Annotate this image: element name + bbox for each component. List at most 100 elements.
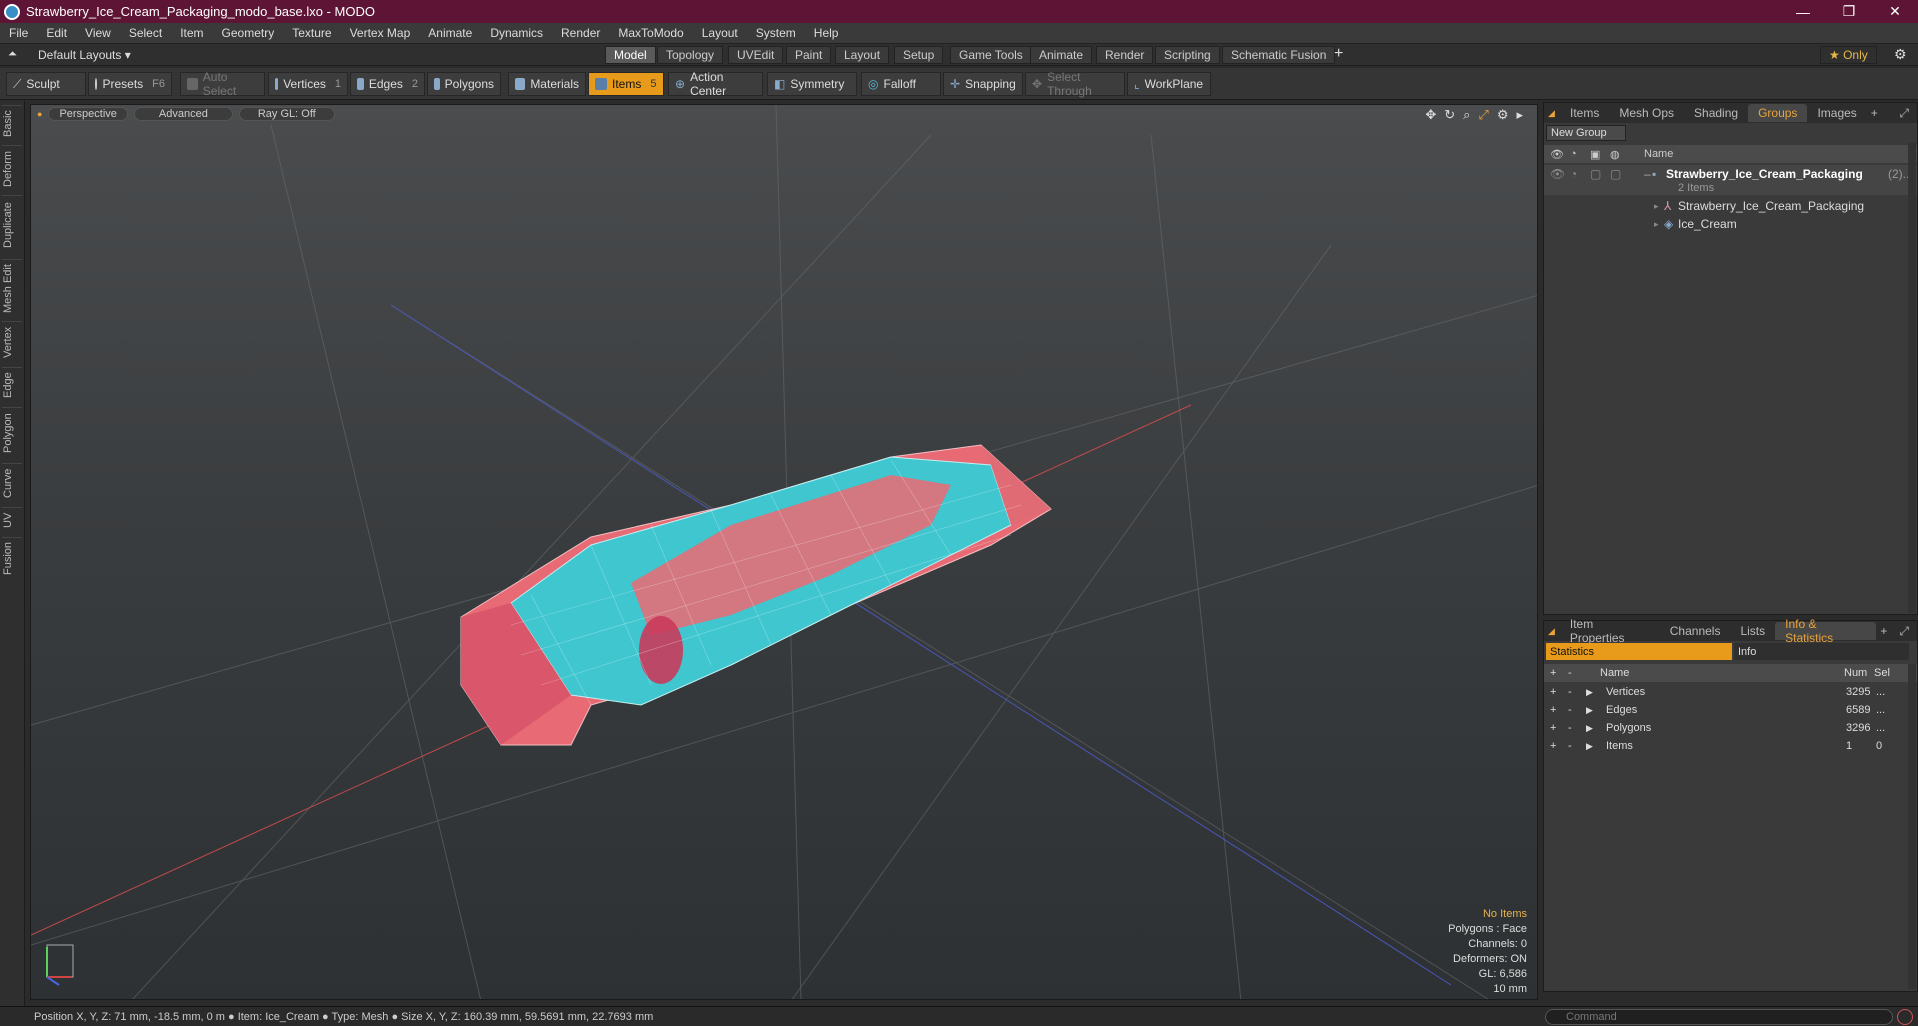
tab-items[interactable]: Items <box>1560 104 1609 122</box>
menu-layout[interactable]: Layout <box>693 26 747 40</box>
menu-file[interactable]: File <box>0 26 37 40</box>
tree-item-ice-cream[interactable]: ▸ ◈ Ice_Cream <box>1544 215 1917 233</box>
stats-row-vertices[interactable]: + - ▶ Vertices 3295 ... <box>1544 683 1917 701</box>
stats-scrollbar[interactable] <box>1908 664 1916 989</box>
close-button[interactable]: ✕ <box>1872 0 1918 23</box>
tab-curve[interactable]: Curve <box>2 463 22 503</box>
tab-schematic-fusion[interactable]: Schematic Fusion <box>1222 46 1336 64</box>
zoom-icon[interactable]: ⌕ <box>1463 107 1470 123</box>
panel-expand-icon[interactable]: ⤢ <box>1891 104 1917 122</box>
select-through-button[interactable]: ✥ Select Through <box>1025 70 1125 98</box>
stats-row-edges[interactable]: + - ▶ Edges 6589 ... <box>1544 701 1917 719</box>
add-button[interactable]: + <box>1550 683 1556 701</box>
expand-icon[interactable]: ▶ <box>1586 737 1593 755</box>
remove-button[interactable]: - <box>1568 737 1572 755</box>
collapse-icon[interactable]: – <box>1644 165 1651 183</box>
render-icon[interactable]: ◔ <box>1570 165 1577 183</box>
add-button[interactable]: + <box>1550 719 1556 737</box>
menu-maxtomodo[interactable]: MaxToModo <box>609 26 692 40</box>
workplane-button[interactable]: ⌞ WorkPlane <box>1127 72 1211 96</box>
add-button[interactable]: + <box>1550 737 1556 755</box>
menu-view[interactable]: View <box>76 26 120 40</box>
menu-texture[interactable]: Texture <box>283 26 340 40</box>
tab-render[interactable]: Render <box>1096 46 1154 64</box>
remove-button[interactable]: - <box>1568 719 1572 737</box>
menu-animate[interactable]: Animate <box>419 26 481 40</box>
auto-select-button[interactable]: Auto Select <box>180 70 265 98</box>
menu-geometry[interactable]: Geometry <box>213 26 284 40</box>
expand-icon[interactable]: ▶ <box>1586 719 1593 737</box>
collapse-arrow-icon[interactable]: ⏶ <box>8 48 17 61</box>
edges-button[interactable]: Edges 2 <box>350 72 425 96</box>
polygons-button[interactable]: Polygons <box>427 72 501 96</box>
tab-deform[interactable]: Deform <box>2 145 22 191</box>
tab-paint[interactable]: Paint <box>786 46 832 64</box>
expand-icon[interactable]: ▶ <box>1586 683 1593 701</box>
rotate-icon[interactable]: ↻ <box>1444 107 1455 123</box>
tab-layout[interactable]: Layout <box>835 46 890 64</box>
menu-system[interactable]: System <box>747 26 805 40</box>
tab-duplicate[interactable]: Duplicate <box>2 195 22 255</box>
select-checkbox[interactable]: ▢ <box>1610 165 1621 183</box>
menu-render[interactable]: Render <box>552 26 609 40</box>
menu-help[interactable]: Help <box>805 26 848 40</box>
eye-icon[interactable]: 👁 <box>1550 165 1565 183</box>
menu-edit[interactable]: Edit <box>37 26 76 40</box>
gear-icon[interactable]: ⚙ <box>1894 46 1907 63</box>
tab-game-tools[interactable]: Game Tools <box>950 46 1032 64</box>
add-tab-button[interactable]: + <box>1867 104 1882 122</box>
minimize-button[interactable]: — <box>1780 0 1826 23</box>
vertices-button[interactable]: Vertices 1 <box>268 72 348 96</box>
tab-basic[interactable]: Basic <box>2 105 22 141</box>
command-input[interactable]: Command <box>1545 1009 1893 1025</box>
action-center-button[interactable]: ⊕ Action Center <box>668 70 763 98</box>
sculpt-button[interactable]: ⟋ Sculpt <box>6 72 86 96</box>
advanced-dropdown[interactable]: Advanced <box>133 107 233 121</box>
panel-expand-icon[interactable]: ⤢ <box>1891 622 1917 640</box>
tab-model[interactable]: Model <box>605 46 656 64</box>
tab-animate[interactable]: Animate <box>1030 46 1093 64</box>
expand-all-button[interactable]: + <box>1550 664 1556 682</box>
tree-item-packaging[interactable]: ▸ ⅄ Strawberry_Ice_Cream_Packaging <box>1544 197 1917 215</box>
tab-uvedit[interactable]: UVEdit <box>728 46 784 64</box>
viewport-options-icon[interactable]: ● <box>37 109 42 119</box>
statistics-subtab[interactable]: Statistics <box>1546 643 1732 660</box>
tab-polygon[interactable]: Polygon <box>2 407 22 459</box>
falloff-button[interactable]: ◎ Falloff <box>861 72 941 96</box>
tab-mesh-edit[interactable]: Mesh Edit <box>2 259 22 317</box>
default-layouts-dropdown[interactable]: Default Layouts ▾ <box>38 48 131 62</box>
remove-button[interactable]: - <box>1568 683 1572 701</box>
expand-icon[interactable]: ▸ <box>1654 215 1659 233</box>
add-layout-button[interactable]: + <box>1334 45 1343 63</box>
collapse-all-button[interactable]: - <box>1568 664 1572 682</box>
tab-uv[interactable]: UV <box>2 507 22 533</box>
only-toggle[interactable]: ★ Only <box>1820 46 1877 64</box>
stats-row-items[interactable]: + - ▶ Items 1 0 <box>1544 737 1917 755</box>
snapping-button[interactable]: ✛ Snapping <box>943 72 1023 96</box>
raygl-toggle[interactable]: Ray GL: Off <box>238 107 335 121</box>
tab-topology[interactable]: Topology <box>657 46 724 64</box>
tab-vertex[interactable]: Vertex <box>2 321 22 363</box>
tab-groups[interactable]: Groups <box>1748 104 1808 122</box>
tab-lists[interactable]: Lists <box>1730 622 1775 640</box>
groups-scrollbar[interactable] <box>1908 143 1916 613</box>
menu-item[interactable]: Item <box>171 26 212 40</box>
materials-button[interactable]: Materials <box>508 72 586 96</box>
tab-images[interactable]: Images <box>1807 104 1866 122</box>
tab-info-statistics[interactable]: Info & Statistics <box>1775 617 1877 645</box>
items-button[interactable]: Items 5 <box>588 72 664 96</box>
menu-select[interactable]: Select <box>120 26 171 40</box>
group-row[interactable]: 👁 ◔ ▢ ▢ – ▪ Strawberry_Ice_Cream_Packagi… <box>1544 165 1917 195</box>
tab-setup[interactable]: Setup <box>894 46 944 64</box>
lock-checkbox[interactable]: ▢ <box>1590 165 1601 183</box>
ice-cream-package-model[interactable] <box>460 444 1052 746</box>
presets-button[interactable]: Presets F6 <box>88 72 172 96</box>
3d-viewport[interactable]: ● Perspective Advanced Ray GL: Off ✥ ↻ ⌕… <box>30 104 1538 1000</box>
tab-item-properties[interactable]: Item Properties <box>1560 617 1660 645</box>
fit-icon[interactable]: ⤢ <box>1478 107 1488 123</box>
expand-icon[interactable]: ▶ <box>1586 701 1593 719</box>
new-group-button[interactable]: New Group <box>1546 125 1626 141</box>
menu-vertex-map[interactable]: Vertex Map <box>341 26 420 40</box>
remove-button[interactable]: - <box>1568 701 1572 719</box>
add-tab-button[interactable]: + <box>1876 622 1891 640</box>
